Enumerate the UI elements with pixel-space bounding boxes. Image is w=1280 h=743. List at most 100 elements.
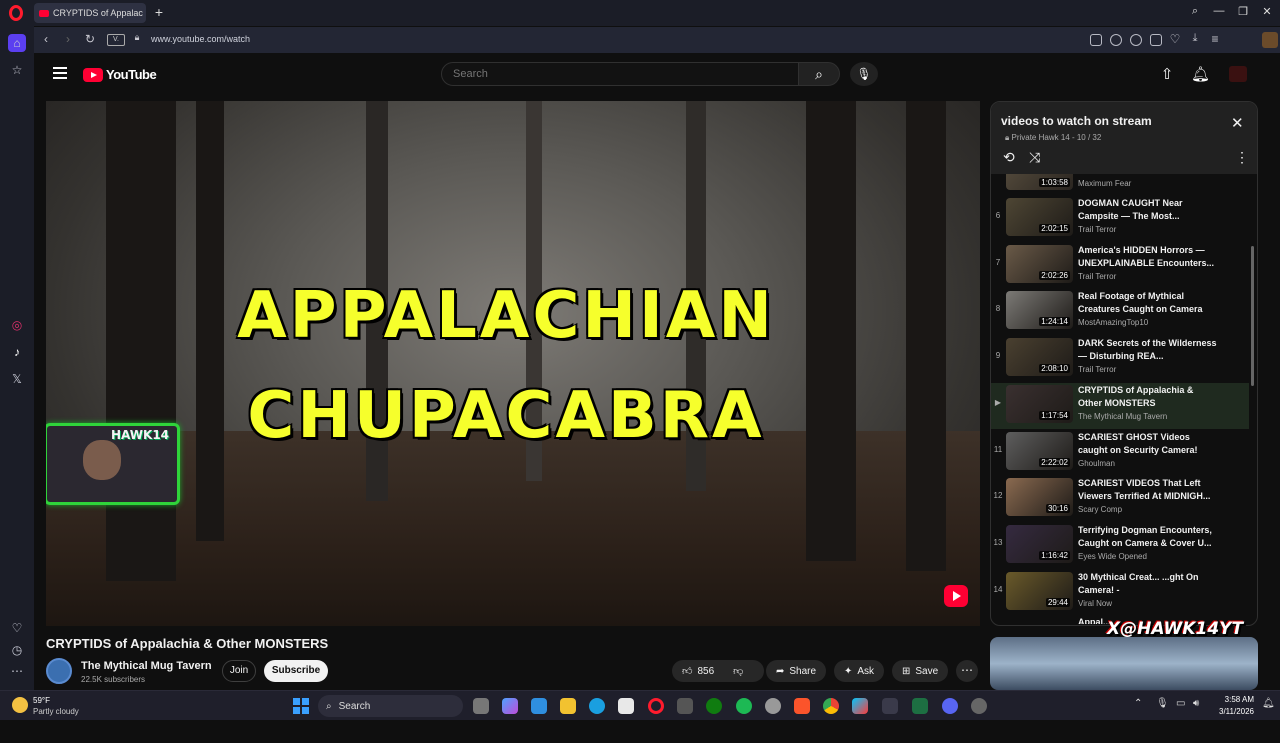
hamburger-menu-icon[interactable]	[53, 67, 67, 79]
subscribe-button[interactable]: Subscribe	[264, 660, 328, 682]
close-playlist-icon[interactable]: ✕	[1231, 114, 1244, 132]
minimize-button[interactable]: —	[1212, 5, 1226, 17]
ask-button[interactable]: ✦ Ask	[834, 660, 885, 682]
back-button[interactable]: ‹	[39, 32, 53, 46]
profile-avatar[interactable]	[1262, 32, 1278, 48]
spotify-icon[interactable]	[736, 698, 752, 714]
browser-tab[interactable]: CRYPTIDS of Appalac ✕	[34, 3, 146, 23]
ad-banner[interactable]	[990, 637, 1258, 690]
duration-badge: 1:17:54	[1039, 410, 1070, 420]
video-player[interactable]: APPALACHIAN CHUPACABRA HAWK14	[46, 101, 980, 626]
playlist-scrollbar[interactable]	[1251, 246, 1254, 386]
loop-icon[interactable]: ⟲	[1003, 149, 1015, 166]
menu-icon[interactable]: ≡	[1208, 32, 1222, 46]
playlist-item[interactable]: 7 2:02:26 America's HIDDEN Horrors — UNEXP…	[991, 243, 1249, 289]
weather-temperature[interactable]: 59°F	[33, 696, 50, 705]
history-icon[interactable]: ◷	[10, 643, 24, 657]
xbox-icon[interactable]	[706, 698, 722, 714]
network-icon[interactable]: ▭	[1176, 698, 1185, 709]
star-icon[interactable]: ☆	[10, 63, 24, 77]
app-icon[interactable]	[971, 698, 987, 714]
microphone-tray-icon[interactable]: 🎙︎	[1156, 698, 1169, 709]
close-window-button[interactable]: ✕	[1260, 5, 1274, 18]
playlist-item[interactable]: 13 1:16:42 Terrifying Dogman Encounters, C…	[991, 523, 1249, 569]
taskbar-search[interactable]: ⌕ Search	[318, 695, 463, 717]
discord-icon[interactable]	[942, 698, 958, 714]
task-view-icon[interactable]	[473, 698, 489, 714]
store-icon[interactable]	[618, 698, 634, 714]
playlist-item[interactable]: 14 29:44 30 Mythical Creat... ...ght On Ca…	[991, 570, 1249, 616]
excel-icon[interactable]	[912, 698, 928, 714]
channel-name[interactable]: The Mythical Mug Tavern	[81, 660, 212, 672]
upload-icon[interactable]: ⇧	[1158, 65, 1176, 83]
search-input[interactable]	[453, 68, 783, 80]
playlist-item[interactable]: 9 2:08:10 DARK Secrets of the Wilderness —…	[991, 336, 1249, 382]
channel-avatar[interactable]	[46, 658, 72, 684]
playlist-item[interactable]: 11 2:22:02 SCARIEST GHOST Videos caught on…	[991, 430, 1249, 476]
opera-taskbar-icon[interactable]	[648, 698, 664, 714]
account-avatar[interactable]	[1229, 66, 1247, 82]
edge-icon[interactable]	[589, 698, 605, 714]
playlist-title[interactable]: videos to watch on stream	[1001, 114, 1152, 128]
playlist-item-partial[interactable]: 1:03:58 Maximum Fear	[991, 174, 1249, 196]
more-actions-button[interactable]: ⋯	[956, 660, 978, 682]
item-index: ▶	[994, 397, 1002, 407]
x-icon[interactable]: 𝕏	[10, 372, 24, 386]
heart-icon[interactable]: ♡	[1168, 32, 1182, 46]
tray-chevron-icon[interactable]: ⌃	[1134, 698, 1142, 709]
playlist-menu-icon[interactable]: ⋮	[1235, 149, 1249, 166]
edit-icon[interactable]	[1090, 34, 1102, 46]
instagram-icon[interactable]: ◎	[10, 318, 24, 332]
lock-icon[interactable]: 🔒︎	[130, 32, 144, 43]
weather-description[interactable]: Partly cloudy	[33, 707, 79, 716]
vpn-badge[interactable]: V.	[107, 34, 125, 46]
playlist-item[interactable]: 8 1:24:14 Real Footage of Mythical Creatur…	[991, 289, 1249, 335]
microphone-icon[interactable]: 🎙︎	[850, 62, 878, 86]
shuffle-icon[interactable]: ⤨	[1029, 149, 1040, 166]
search-button[interactable]: ⌕	[798, 62, 840, 86]
like-count[interactable]: 856	[697, 666, 714, 677]
forward-button[interactable]: ›	[61, 32, 75, 46]
new-tab-button[interactable]: +	[152, 5, 166, 19]
send-icon[interactable]	[1150, 34, 1162, 46]
brave-icon[interactable]	[794, 698, 810, 714]
playlist-item[interactable]: 6 2:02:15 DOGMAN CAUGHT Near Campsite — Th…	[991, 196, 1249, 242]
notification-bell-icon[interactable]: 🔔︎	[1191, 65, 1210, 83]
search-box[interactable]	[441, 62, 799, 86]
home-icon[interactable]: ⌂	[8, 34, 26, 52]
weather-icon[interactable]	[12, 697, 28, 713]
tiktok-icon[interactable]: ♪	[10, 345, 24, 359]
join-button[interactable]: Join	[222, 660, 256, 682]
youtube-watermark-icon[interactable]	[944, 585, 968, 607]
download-icon[interactable]: ⤓	[1188, 32, 1202, 45]
start-button[interactable]	[293, 698, 309, 714]
playlist-item[interactable]: 12 30:16 SCARIEST VIDEOS That Left Viewers…	[991, 476, 1249, 522]
clock-date[interactable]: 3/11/2026	[1210, 707, 1254, 716]
play-games-icon[interactable]	[852, 698, 868, 714]
youtube-logo[interactable]: YouTube	[83, 67, 157, 82]
clock-time[interactable]: 3:58 AM	[1222, 695, 1254, 704]
restore-button[interactable]: ❐	[1236, 5, 1250, 18]
widgets-icon[interactable]	[531, 698, 547, 714]
playlist-item-current[interactable]: ▶ 1:17:54 CRYPTIDS of Appalachia & Other M…	[991, 382, 1249, 429]
chrome-icon[interactable]	[823, 698, 839, 714]
reload-button[interactable]: ↻	[83, 32, 97, 46]
volume-icon[interactable]: 🔊︎	[1193, 698, 1199, 709]
camera-icon[interactable]	[1110, 34, 1122, 46]
opera-logo-icon[interactable]	[9, 5, 23, 21]
more-icon[interactable]: ⋯	[10, 664, 24, 678]
notifications-icon[interactable]: 🔔︎	[1262, 698, 1275, 709]
share-button[interactable]: ➦ Share	[766, 660, 827, 682]
copilot-icon[interactable]	[502, 698, 518, 714]
like-icon[interactable]: 👍︎	[682, 665, 692, 677]
heart-icon[interactable]: ♡	[10, 621, 24, 635]
dislike-icon[interactable]: 👎︎	[733, 665, 743, 677]
url-field[interactable]: www.youtube.com/watch	[151, 34, 250, 44]
settings-icon[interactable]	[765, 698, 781, 714]
save-button[interactable]: ⊞ Save	[892, 660, 949, 682]
search-tabs-icon[interactable]: ⌕	[1188, 5, 1202, 18]
app-icon[interactable]	[882, 698, 898, 714]
app-icon[interactable]	[677, 698, 693, 714]
file-explorer-icon[interactable]	[560, 698, 576, 714]
adblock-icon[interactable]	[1130, 34, 1142, 46]
